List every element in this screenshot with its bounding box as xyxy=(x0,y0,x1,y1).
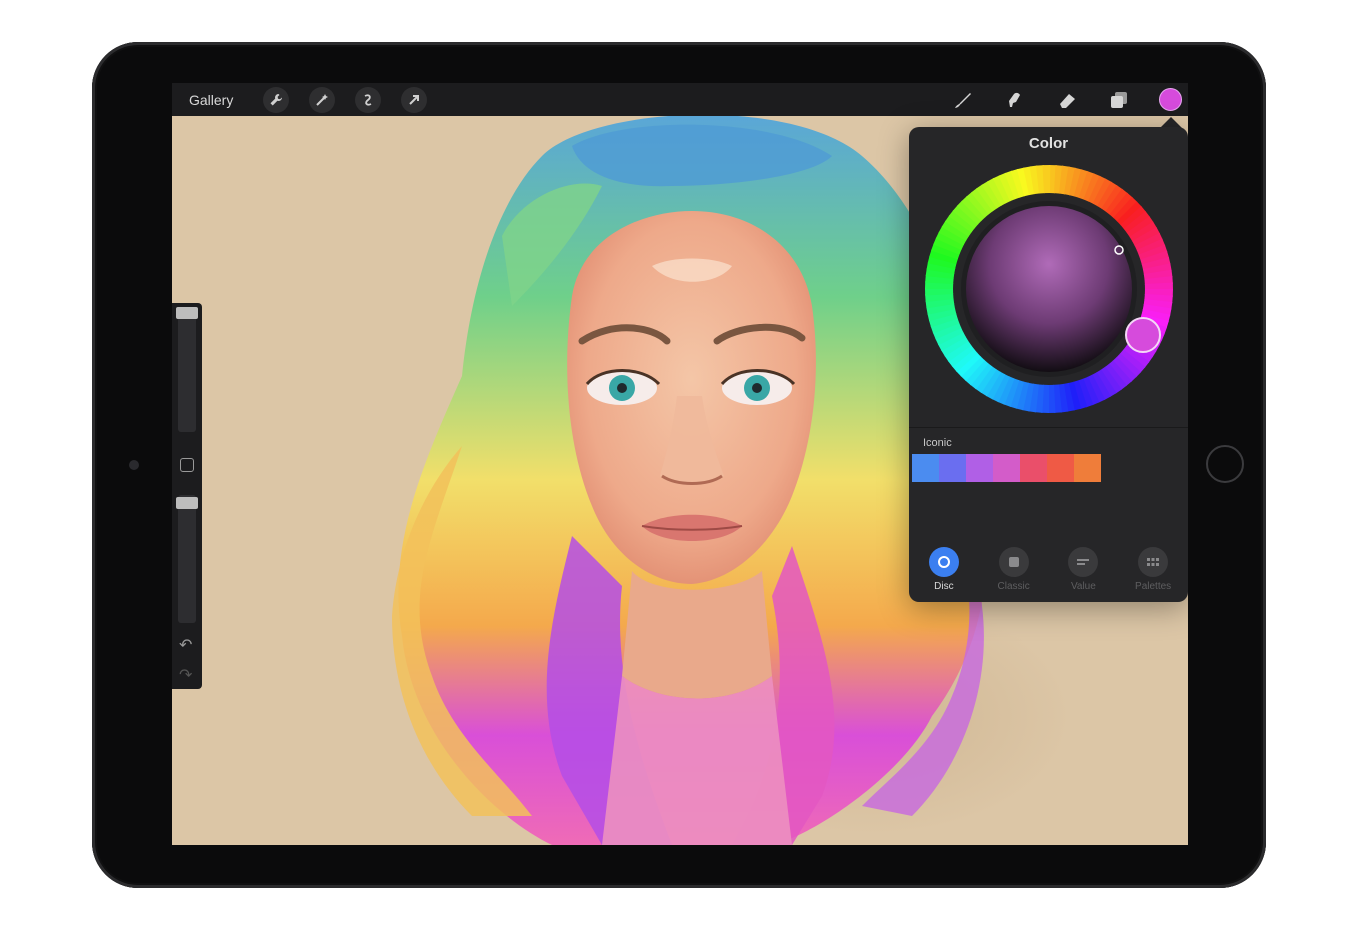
eraser-icon xyxy=(1060,93,1075,108)
layers-icon xyxy=(1111,91,1127,108)
layers-button[interactable] xyxy=(1107,88,1131,112)
actions-button[interactable] xyxy=(263,86,290,113)
erase-tool-button[interactable] xyxy=(1055,88,1079,112)
transform-button[interactable] xyxy=(401,86,428,113)
selection-button[interactable] xyxy=(355,86,382,113)
palette-swatch[interactable] xyxy=(966,454,993,482)
tab-label: Value xyxy=(1070,581,1096,592)
paint-tool-button[interactable] xyxy=(951,88,975,112)
palette-swatch[interactable] xyxy=(1020,454,1047,482)
opacity-slider[interactable] xyxy=(178,495,196,623)
color-panel: Color Iconic Disc Classic Value Palettes xyxy=(909,127,1188,602)
adjustments-button[interactable] xyxy=(309,86,336,113)
tab-classic[interactable]: Classic xyxy=(979,547,1049,599)
tab-label: Palettes xyxy=(1135,581,1172,592)
palette-swatch[interactable] xyxy=(939,454,966,482)
camera-dot xyxy=(129,460,139,470)
palette-swatch[interactable] xyxy=(1047,454,1074,482)
opacity-thumb[interactable] xyxy=(176,497,198,509)
disc-icon xyxy=(928,547,959,577)
divider xyxy=(909,427,1188,428)
brush-size-slider[interactable] xyxy=(178,307,196,432)
screen: Gallery ↶ ↷ Color Iconic Disc Classic Va… xyxy=(172,83,1188,845)
right-toolbar xyxy=(951,83,1188,116)
gallery-button[interactable]: Gallery xyxy=(189,92,233,108)
palettes-icon xyxy=(1138,547,1169,577)
top-toolbar: Gallery xyxy=(172,83,1188,116)
value-icon xyxy=(1068,547,1099,577)
color-button[interactable] xyxy=(1159,88,1182,111)
transform-arrow-icon xyxy=(409,94,420,105)
undo-icon[interactable]: ↶ xyxy=(179,635,192,655)
brush-size-thumb[interactable] xyxy=(176,307,198,319)
classic-icon xyxy=(998,547,1029,577)
color-mode-tabs: Disc Classic Value Palettes xyxy=(909,547,1188,599)
smudge-tool-button[interactable] xyxy=(1003,88,1027,112)
hue-knob[interactable] xyxy=(1125,317,1161,353)
home-button[interactable] xyxy=(1206,445,1244,483)
redo-icon[interactable]: ↷ xyxy=(179,665,192,685)
tab-disc[interactable]: Disc xyxy=(909,547,979,599)
smudge-icon xyxy=(1009,92,1020,107)
tab-label: Disc xyxy=(934,581,954,592)
sidebar: ↶ ↷ xyxy=(172,303,202,689)
palette-swatch[interactable] xyxy=(993,454,1020,482)
tab-palettes[interactable]: Palettes xyxy=(1118,547,1188,599)
tab-label: Classic xyxy=(997,581,1030,592)
palette-name: Iconic xyxy=(923,437,952,449)
wrench-icon xyxy=(270,93,283,105)
tab-value[interactable]: Value xyxy=(1049,547,1119,599)
brush-icon xyxy=(955,92,971,108)
panel-title: Color xyxy=(1028,135,1069,152)
palette-strip xyxy=(912,454,1101,482)
color-disc[interactable] xyxy=(924,164,1174,414)
modify-button[interactable] xyxy=(180,458,194,472)
palette-swatch[interactable] xyxy=(1074,454,1101,482)
selection-icon xyxy=(364,93,372,106)
palette-swatch[interactable] xyxy=(912,454,939,482)
magic-wand-icon xyxy=(316,93,329,106)
